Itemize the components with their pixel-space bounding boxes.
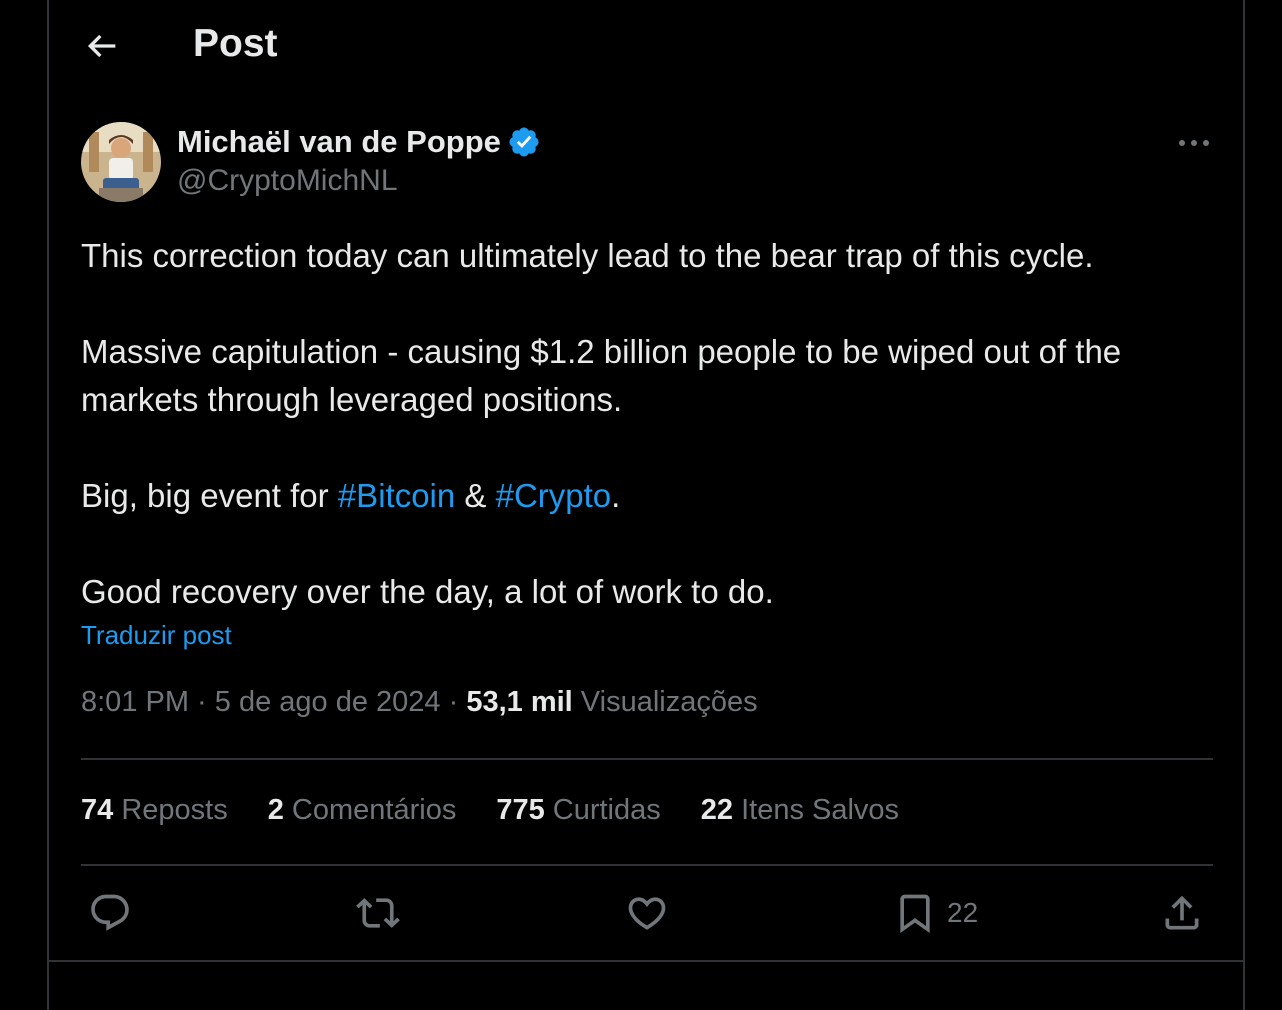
comments-count: 2 [267,794,284,826]
tweet-text-fragment: & [455,477,496,514]
share-icon [1165,895,1199,930]
comments-stat[interactable]: 2 Comentários [268,794,457,827]
divider [81,864,1213,866]
tweet-text-fragment: . [611,477,621,514]
tweet-line: Massive capitulation - causing $1.2 bill… [81,333,1122,418]
comments-label: Comentários [283,794,457,826]
author-name-row: Michaël van de Poppe [177,124,541,160]
tweet-line: This correction today can ultimately lea… [81,237,1094,274]
author-name[interactable]: Michaël van de Poppe [177,124,501,160]
share-button[interactable] [1160,890,1204,936]
tweet-line: Big, big event for #Bitcoin & #Crypto. [81,472,1211,520]
page-title: Post [193,22,278,65]
views-count: 53,1 mil [466,686,573,718]
likes-count: 775 [496,794,545,826]
translate-post-link[interactable]: Traduzir post [81,620,232,651]
divider [49,960,1243,962]
tweet-text-fragment: Big, big event for [81,477,338,514]
bookmark-count: 22 [947,897,979,928]
likes-stat[interactable]: 775 Curtidas [496,794,660,827]
bookmark-icon [900,894,930,934]
verified-badge-icon [509,127,539,157]
bookmark-button[interactable]: 22 [893,890,978,936]
author-handle[interactable]: @CryptoMichNL [177,164,398,198]
reposts-count: 74 [81,794,114,826]
likes-label: Curtidas [544,794,661,826]
hashtag-crypto[interactable]: #Crypto [496,477,612,514]
meta-separator: · [440,686,467,718]
post-date[interactable]: 5 de ago de 2024 [215,686,441,718]
reposts-stat[interactable]: 74 Reposts [81,794,228,827]
hashtag-bitcoin[interactable]: #Bitcoin [338,477,455,514]
more-icon[interactable] [1174,128,1214,158]
like-button[interactable] [625,890,669,936]
saves-count: 22 [700,794,734,826]
views-label: Visualizações [572,686,758,718]
engagement-stats: 74 Reposts 2 Comentários 775 Curtidas 22… [81,794,939,827]
repost-icon [356,898,400,928]
tweet-meta: 8:01 PM · 5 de ago de 2024 · 53,1 mil Vi… [81,686,758,719]
back-arrow-icon[interactable] [82,26,122,66]
repost-button[interactable] [356,890,400,936]
meta-separator: · [189,686,215,718]
avatar[interactable] [81,122,161,202]
reply-icon [91,894,129,931]
saves-label: Itens Salvos [733,794,900,826]
tweet-line: Good recovery over the day, a lot of wor… [81,573,774,610]
like-icon [628,897,666,930]
reply-button[interactable] [88,890,132,936]
divider [81,758,1213,760]
tweet-text: This correction today can ultimately lea… [81,232,1211,616]
reposts-label: Reposts [113,794,228,826]
post-time[interactable]: 8:01 PM [81,686,189,718]
saves-stat[interactable]: 22 Itens Salvos [701,794,899,827]
